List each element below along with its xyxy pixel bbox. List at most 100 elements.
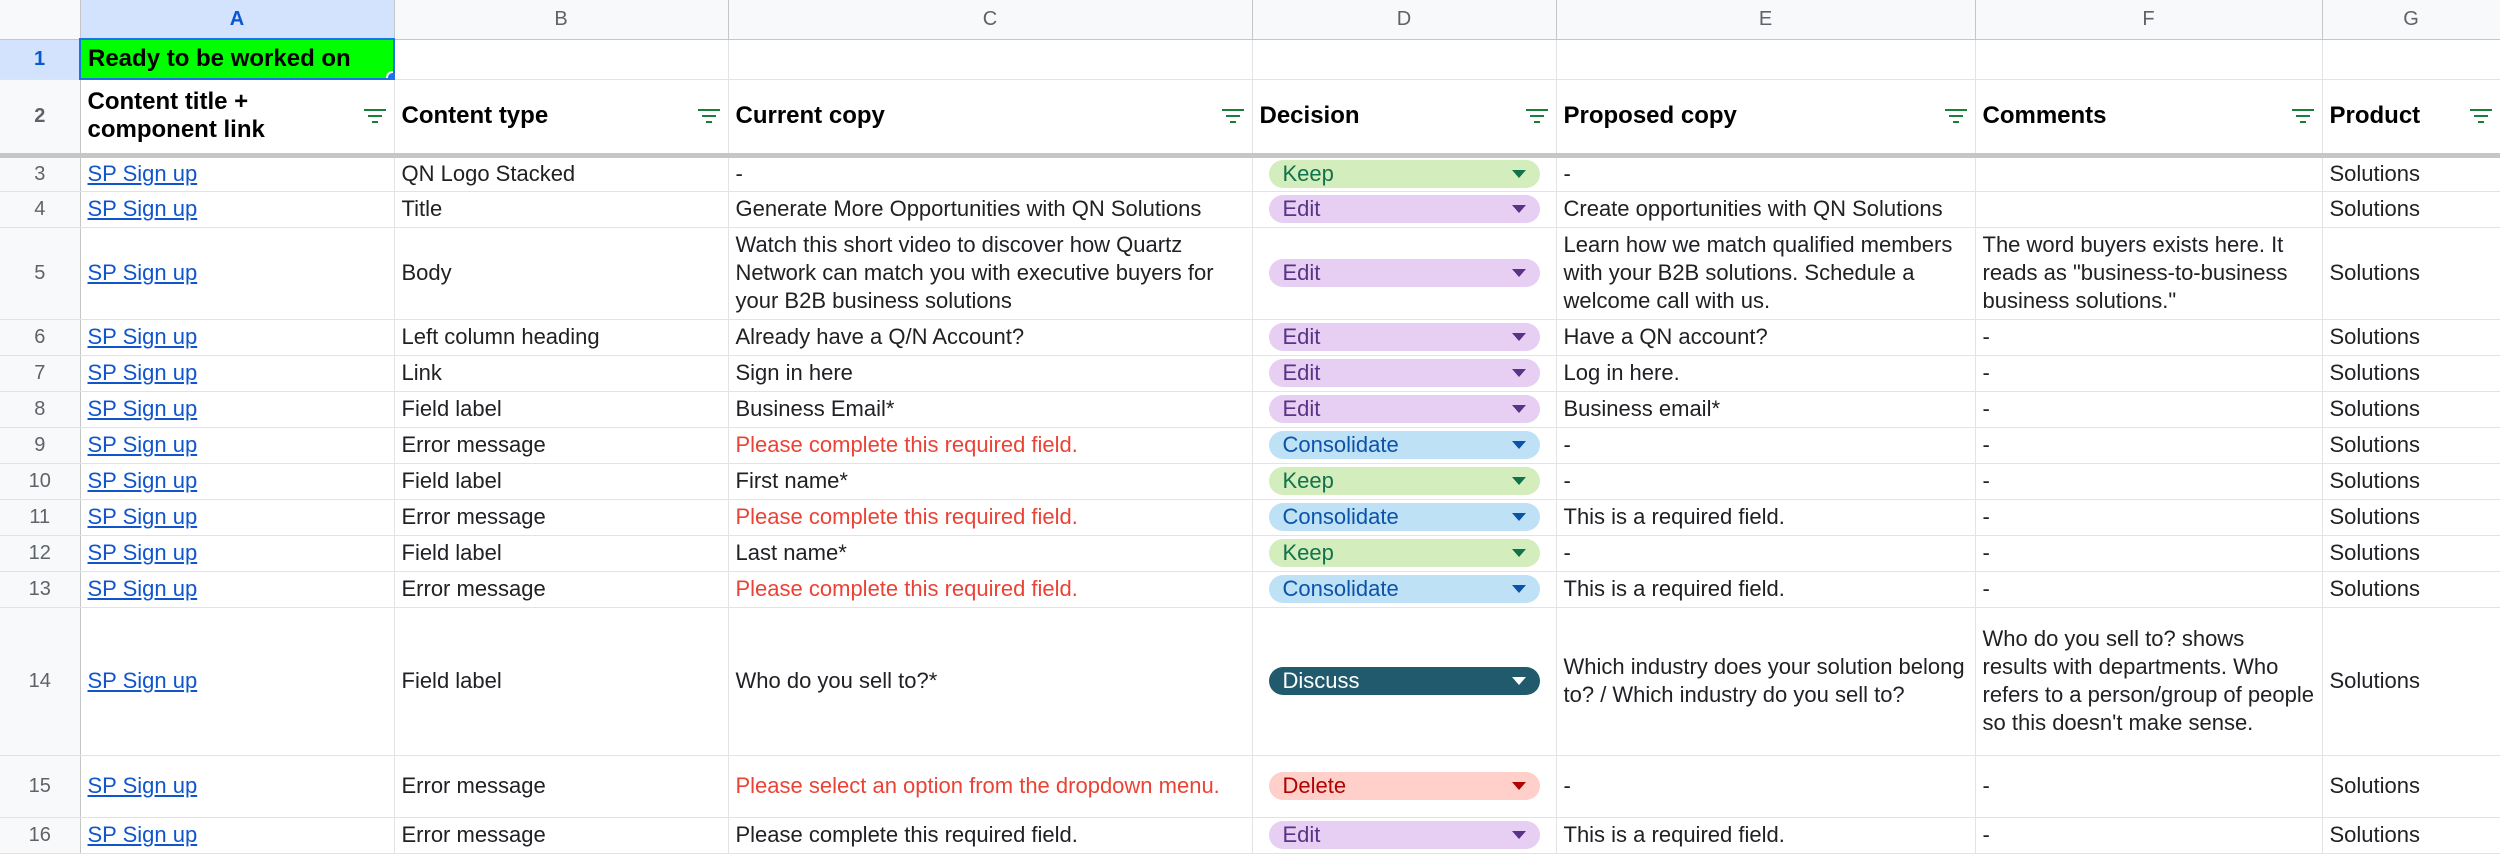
row-number[interactable]: 6 [0, 319, 81, 356]
dropdown-arrow-icon[interactable] [1511, 585, 1526, 593]
component-link[interactable]: SP Sign up [88, 773, 198, 798]
cell-proposed-copy[interactable]: - [1556, 535, 1976, 572]
cell-a1-banner[interactable]: Ready to be worked on [79, 38, 395, 80]
cell-product[interactable]: Solutions [2322, 319, 2500, 356]
cell-comments[interactable]: - [1975, 355, 2323, 392]
cell-content-type[interactable]: Error message [394, 571, 729, 608]
cell-content-type[interactable]: Title [394, 191, 729, 228]
cell-content-title[interactable]: SP Sign up [80, 571, 395, 608]
decision-dropdown-chip[interactable]: Edit [1268, 195, 1540, 223]
dropdown-arrow-icon[interactable] [1511, 205, 1526, 213]
column-header-b[interactable]: B [394, 0, 729, 40]
cell-content-type[interactable]: Field label [394, 463, 729, 500]
cell-decision[interactable]: Consolidate [1252, 427, 1557, 464]
cell-content-type[interactable]: QN Logo Stacked [394, 155, 729, 192]
dropdown-arrow-icon[interactable] [1511, 513, 1526, 521]
cell-decision[interactable]: Edit [1252, 319, 1557, 356]
filter-icon[interactable] [1944, 109, 1967, 123]
cell-proposed-copy[interactable]: This is a required field. [1556, 571, 1976, 608]
dropdown-arrow-icon[interactable] [1511, 477, 1526, 485]
header-cell[interactable]: Content type [394, 79, 729, 158]
cell-proposed-copy[interactable]: Learn how we match qualified members wit… [1556, 227, 1976, 320]
row-number[interactable]: 9 [0, 427, 81, 464]
decision-dropdown-chip[interactable]: Consolidate [1268, 575, 1540, 603]
dropdown-arrow-icon[interactable] [1511, 782, 1526, 790]
decision-dropdown-chip[interactable]: Edit [1268, 259, 1540, 287]
row-number[interactable]: 3 [0, 155, 81, 192]
cell-proposed-copy[interactable]: - [1556, 755, 1976, 818]
component-link[interactable]: SP Sign up [88, 668, 198, 693]
row-number[interactable]: 5 [0, 227, 81, 320]
cell-current-copy[interactable]: Already have a Q/N Account? [728, 319, 1253, 356]
header-cell[interactable]: Product [2322, 79, 2500, 158]
dropdown-arrow-icon[interactable] [1511, 170, 1526, 178]
decision-dropdown-chip[interactable]: Delete [1268, 772, 1540, 800]
component-link[interactable]: SP Sign up [88, 576, 198, 601]
cell-content-title[interactable]: SP Sign up [80, 319, 395, 356]
row-number[interactable]: 7 [0, 355, 81, 392]
cell-comments[interactable]: - [1975, 817, 2323, 854]
cell-content-type[interactable]: Body [394, 227, 729, 320]
cell-content-title[interactable]: SP Sign up [80, 817, 395, 854]
decision-dropdown-chip[interactable]: Consolidate [1268, 431, 1540, 459]
cell-current-copy[interactable]: Last name* [728, 535, 1253, 572]
cell-product[interactable]: Solutions [2322, 499, 2500, 536]
cell-current-copy[interactable]: Please complete this required field. [728, 499, 1253, 536]
cell-proposed-copy[interactable]: Which industry does your solution belong… [1556, 607, 1976, 756]
cell-decision[interactable]: Edit [1252, 355, 1557, 392]
cell-current-copy[interactable]: Who do you sell to?* [728, 607, 1253, 756]
cell-proposed-copy[interactable]: - [1556, 155, 1976, 192]
cell-decision[interactable]: Keep [1252, 463, 1557, 500]
cell-content-title[interactable]: SP Sign up [80, 535, 395, 572]
cell-comments[interactable]: Who do you sell to? shows results with d… [1975, 607, 2323, 756]
component-link[interactable]: SP Sign up [88, 396, 198, 421]
cell-content-type[interactable]: Left column heading [394, 319, 729, 356]
filter-icon[interactable] [2469, 109, 2492, 123]
decision-dropdown-chip[interactable]: Discuss [1268, 667, 1540, 695]
cell-current-copy[interactable]: Business Email* [728, 391, 1253, 428]
cell-content-type[interactable]: Field label [394, 391, 729, 428]
cell-product[interactable]: Solutions [2322, 427, 2500, 464]
cell-product[interactable]: Solutions [2322, 191, 2500, 228]
cell-content-type[interactable]: Field label [394, 535, 729, 572]
cell-product[interactable]: Solutions [2322, 607, 2500, 756]
cell-current-copy[interactable]: Sign in here [728, 355, 1253, 392]
cell-decision[interactable]: Discuss [1252, 607, 1557, 756]
cell-decision[interactable]: Keep [1252, 535, 1557, 572]
select-all-corner[interactable] [0, 0, 81, 40]
dropdown-arrow-icon[interactable] [1511, 405, 1526, 413]
cell-product[interactable]: Solutions [2322, 535, 2500, 572]
cell[interactable] [394, 39, 729, 80]
decision-dropdown-chip[interactable]: Keep [1268, 539, 1540, 567]
dropdown-arrow-icon[interactable] [1511, 549, 1526, 557]
filter-icon[interactable] [2291, 109, 2314, 123]
component-link[interactable]: SP Sign up [88, 196, 198, 221]
column-header-a[interactable]: A [80, 0, 395, 40]
filter-icon[interactable] [1221, 109, 1244, 123]
cell-proposed-copy[interactable]: Log in here. [1556, 355, 1976, 392]
cell-content-title[interactable]: SP Sign up [80, 227, 395, 320]
cell-content-type[interactable]: Error message [394, 427, 729, 464]
filter-icon[interactable] [1525, 109, 1548, 123]
cell-product[interactable]: Solutions [2322, 391, 2500, 428]
cell-proposed-copy[interactable]: - [1556, 427, 1976, 464]
dropdown-arrow-icon[interactable] [1511, 441, 1526, 449]
cell-comments[interactable] [1975, 191, 2323, 228]
cell-comments[interactable]: - [1975, 427, 2323, 464]
cell-current-copy[interactable]: Please select an option from the dropdow… [728, 755, 1253, 818]
cell-decision[interactable]: Edit [1252, 227, 1557, 320]
component-link[interactable]: SP Sign up [88, 324, 198, 349]
cell-content-type[interactable]: Error message [394, 817, 729, 854]
row-number[interactable]: 4 [0, 191, 81, 228]
column-header-f[interactable]: F [1975, 0, 2323, 40]
cell-current-copy[interactable]: First name* [728, 463, 1253, 500]
cell-comments[interactable]: - [1975, 755, 2323, 818]
dropdown-arrow-icon[interactable] [1511, 333, 1526, 341]
component-link[interactable]: SP Sign up [88, 822, 198, 847]
dropdown-arrow-icon[interactable] [1511, 269, 1526, 277]
cell-current-copy[interactable]: Generate More Opportunities with QN Solu… [728, 191, 1253, 228]
header-cell[interactable]: Comments [1975, 79, 2323, 158]
cell-product[interactable]: Solutions [2322, 755, 2500, 818]
cell-comments[interactable]: - [1975, 319, 2323, 356]
cell-decision[interactable]: Edit [1252, 817, 1557, 854]
